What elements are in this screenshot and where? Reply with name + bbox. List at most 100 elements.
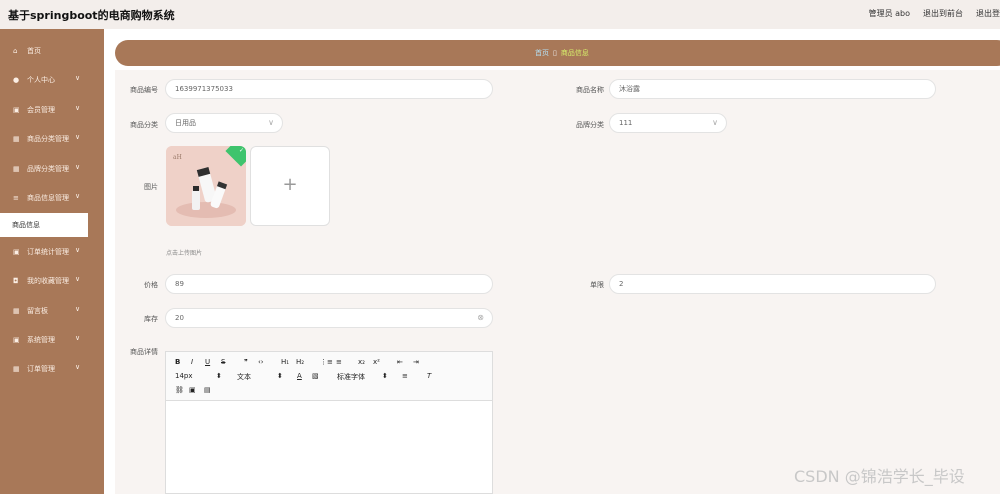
font-color-icon[interactable]: A bbox=[297, 372, 302, 380]
product-category-select[interactable]: 日用品 ∨ bbox=[165, 113, 283, 133]
sidebar-item-label: 首页 bbox=[27, 47, 41, 55]
sidebar-item-label: 个人中心 bbox=[27, 76, 55, 84]
background-color-icon[interactable]: ▧ bbox=[312, 372, 319, 380]
sidebar-item-order-stats[interactable]: ▣ 订单统计管理 ∨ bbox=[0, 240, 104, 264]
logout-link[interactable]: 退出登 bbox=[976, 8, 1000, 19]
product-name-label: 商品名称 bbox=[576, 86, 604, 94]
detail-label: 商品详情 bbox=[130, 348, 158, 356]
app-title: 基于springboot的电商购物系统 bbox=[8, 9, 175, 22]
bold-button[interactable]: B bbox=[175, 358, 180, 366]
bullet-list-button[interactable]: ≡ bbox=[336, 358, 342, 366]
image-label: 图片 bbox=[144, 183, 158, 191]
rich-text-editor[interactable]: B I U S ❞ ‹› H₁ H₂ ⋮≡ ≡ x₂ x² ⇤ ⇥ 14px ⬍… bbox=[165, 351, 493, 494]
italic-button[interactable]: I bbox=[191, 358, 193, 366]
stock-input[interactable]: 20 ⊗ bbox=[165, 308, 493, 328]
code-button[interactable]: ‹› bbox=[258, 358, 264, 366]
superscript-button[interactable]: x² bbox=[373, 358, 380, 366]
sidebar-item-label: 订单统计管理 bbox=[27, 248, 69, 256]
sidebar: ⌂ 首页 ● 个人中心 ∨ ▣ 会员管理 ∨ ▦ 商品分类管理 ∨ ▦ 品牌分类… bbox=[0, 29, 104, 494]
sidebar-item-product-info-manage[interactable]: ≡ 商品信息管理 ∨ bbox=[0, 186, 104, 210]
align-icon[interactable]: ≡ bbox=[402, 372, 408, 380]
list-icon: ≡ bbox=[13, 194, 19, 202]
sidebar-item-label: 商品信息 bbox=[12, 221, 40, 229]
chevron-down-icon: ∨ bbox=[75, 163, 81, 171]
brand-category-select[interactable]: 111 ∨ bbox=[609, 113, 727, 133]
product-code-input[interactable]: 1639971375033 bbox=[165, 79, 493, 99]
sidebar-item-label: 品牌分类管理 bbox=[27, 165, 69, 173]
sidebar-item-system[interactable]: ▣ 系统管理 ∨ bbox=[0, 328, 104, 352]
h1-button[interactable]: H₁ bbox=[281, 358, 289, 366]
image-icon[interactable]: ▣ bbox=[189, 386, 196, 394]
sidebar-item-label: 系统管理 bbox=[27, 336, 55, 344]
sidebar-item-label: 留言板 bbox=[27, 307, 48, 315]
main-area: 首页 ▯ 商品信息 商品编号 1639971375033 商品名称 沐浴露 商品分类… bbox=[104, 29, 1000, 494]
stock-value: 20 bbox=[175, 314, 184, 322]
briefcase-icon: ▣ bbox=[13, 336, 20, 344]
person-icon: ● bbox=[13, 76, 20, 84]
breadcrumb-current: 商品信息 bbox=[560, 49, 589, 57]
uploaded-product-image[interactable]: aH ✓ bbox=[166, 146, 246, 226]
indent-button[interactable]: ⇥ bbox=[413, 358, 419, 366]
price-input[interactable]: 89 bbox=[165, 274, 493, 294]
select-arrows-icon: ⬍ bbox=[216, 372, 222, 380]
ordered-list-button[interactable]: ⋮≡ bbox=[320, 358, 333, 366]
underline-button[interactable]: U bbox=[205, 358, 210, 366]
sidebar-item-orders[interactable]: ▦ 订单管理 ∨ bbox=[0, 357, 104, 381]
upload-hint: 点击上传图片 bbox=[166, 250, 203, 257]
sidebar-item-home[interactable]: ⌂ 首页 bbox=[0, 39, 104, 63]
clear-icon[interactable]: ⊗ bbox=[477, 309, 484, 327]
grid-icon: ▦ bbox=[13, 365, 20, 373]
h2-button[interactable]: H₂ bbox=[296, 358, 304, 366]
editor-toolbar: B I U S ❞ ‹› H₁ H₂ ⋮≡ ≡ x₂ x² ⇤ ⇥ 14px ⬍… bbox=[166, 352, 492, 401]
breadcrumb-bar: 首页 ▯ 商品信息 bbox=[115, 40, 1000, 66]
check-icon: ✓ bbox=[238, 147, 244, 154]
sidebar-item-label: 会员管理 bbox=[27, 106, 55, 114]
database-icon: ◘ bbox=[13, 277, 19, 285]
chevron-down-icon: ∨ bbox=[75, 246, 81, 254]
sidebar-item-product-category[interactable]: ▦ 商品分类管理 ∨ bbox=[0, 127, 104, 151]
watermark: CSDN @锦浩学长_毕设 bbox=[794, 467, 965, 486]
limit-label: 单限 bbox=[590, 281, 604, 289]
chevron-down-icon: ∨ bbox=[75, 305, 81, 313]
top-bar: 基于springboot的电商购物系统 管理员 abo 退出到前台 退出登 bbox=[0, 0, 1000, 29]
sidebar-item-product-info[interactable]: 商品信息 bbox=[0, 213, 88, 237]
sidebar-item-members[interactable]: ▣ 会员管理 ∨ bbox=[0, 98, 104, 122]
grid-icon: ▦ bbox=[13, 165, 20, 173]
svg-text:aH: aH bbox=[173, 154, 182, 161]
chevron-down-icon: ∨ bbox=[75, 104, 81, 112]
briefcase-icon: ▣ bbox=[13, 248, 20, 256]
video-icon[interactable]: ▤ bbox=[204, 386, 211, 394]
stock-label: 库存 bbox=[144, 315, 158, 323]
sidebar-item-favorites[interactable]: ◘ 我的收藏管理 ∨ bbox=[0, 269, 104, 293]
select-arrows-icon: ⬍ bbox=[277, 372, 283, 380]
grid-icon: ▦ bbox=[13, 135, 20, 143]
select-arrows-icon: ⬍ bbox=[382, 372, 388, 380]
price-label: 价格 bbox=[144, 281, 158, 289]
limit-input[interactable]: 2 bbox=[609, 274, 936, 294]
chevron-down-icon: ∨ bbox=[75, 74, 81, 82]
sidebar-item-profile[interactable]: ● 个人中心 ∨ bbox=[0, 68, 104, 92]
product-category-value: 日用品 bbox=[175, 119, 196, 127]
format-select[interactable]: 文本 bbox=[237, 372, 251, 382]
sidebar-item-brand-category[interactable]: ▦ 品牌分类管理 ∨ bbox=[0, 157, 104, 181]
clear-format-icon[interactable]: T bbox=[427, 372, 431, 380]
chevron-down-icon: ∨ bbox=[75, 192, 81, 200]
strike-button[interactable]: S bbox=[221, 358, 225, 366]
upload-add-button[interactable]: + bbox=[250, 146, 330, 226]
font-size-select[interactable]: 14px bbox=[175, 372, 193, 380]
sidebar-item-label: 我的收藏管理 bbox=[27, 277, 69, 285]
back-to-front-link[interactable]: 退出到前台 bbox=[923, 8, 963, 19]
chevron-down-icon: ∨ bbox=[712, 118, 718, 127]
sidebar-item-messages[interactable]: ▦ 留言板 ∨ bbox=[0, 299, 104, 323]
breadcrumb-home[interactable]: 首页 bbox=[535, 49, 549, 57]
chevron-down-icon: ∨ bbox=[75, 275, 81, 283]
subscript-button[interactable]: x₂ bbox=[358, 358, 365, 366]
chevron-down-icon: ∨ bbox=[75, 363, 81, 371]
product-name-input[interactable]: 沐浴露 bbox=[609, 79, 936, 99]
briefcase-icon: ▣ bbox=[13, 106, 20, 114]
outdent-button[interactable]: ⇤ bbox=[397, 358, 403, 366]
font-family-select[interactable]: 标准字体 bbox=[337, 372, 365, 382]
brand-category-label: 品牌分类 bbox=[576, 121, 604, 129]
link-icon[interactable]: ⛓ bbox=[175, 386, 184, 394]
quote-button[interactable]: ❞ bbox=[244, 358, 248, 366]
